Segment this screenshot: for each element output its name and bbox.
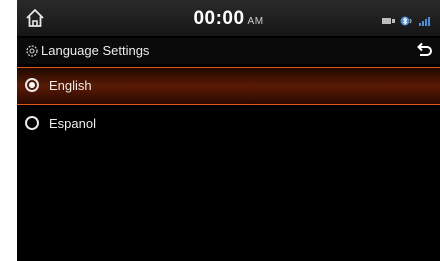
title-bar: Language Settings [17, 38, 440, 64]
gear-icon [26, 45, 38, 57]
signal-icon [419, 13, 433, 31]
head-unit-screen: 00:00 AM Language Settings English Espan… [17, 0, 440, 261]
language-label: Espanol [49, 116, 96, 131]
language-option-espanol[interactable]: Espanol [17, 106, 440, 142]
clock: 00:00 AM [17, 8, 440, 30]
back-icon [417, 42, 432, 56]
clock-time: 00:00 [193, 8, 245, 29]
back-button[interactable] [414, 42, 434, 60]
page-title: Language Settings [41, 43, 150, 58]
language-option-english[interactable]: English [17, 67, 440, 105]
language-label: English [49, 78, 92, 93]
media-icon [382, 13, 396, 31]
status-bar: 00:00 AM [17, 0, 440, 36]
radio-button[interactable] [25, 116, 39, 130]
radio-button-selected[interactable] [25, 78, 39, 92]
bluetooth-icon [400, 13, 414, 31]
radio-dot [29, 82, 35, 88]
clock-ampm: AM [247, 16, 264, 27]
